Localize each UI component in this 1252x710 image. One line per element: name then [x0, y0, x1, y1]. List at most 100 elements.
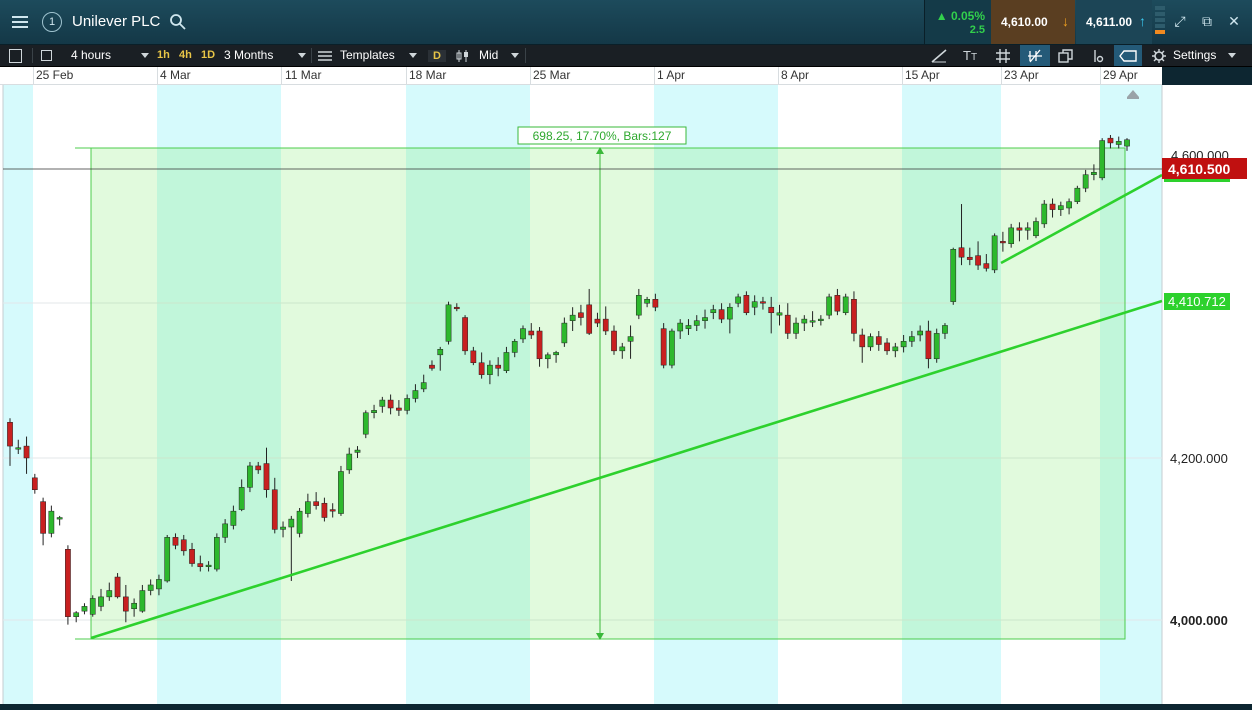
candle-down: [851, 299, 857, 334]
settings-button[interactable]: Settings: [1173, 45, 1216, 66]
candle-down: [31, 477, 38, 490]
popout-icon[interactable]: ⧉: [1196, 10, 1218, 32]
price-type-caret-icon[interactable]: [507, 45, 519, 66]
candle-down: [718, 309, 725, 320]
expand-icon[interactable]: ⤢: [1169, 10, 1191, 32]
price-type-select[interactable]: Mid: [479, 45, 498, 66]
date-label: 11 Mar: [285, 68, 322, 82]
down-arrow-icon: ↓: [1062, 13, 1069, 29]
candle-up: [561, 322, 568, 344]
candle-up: [842, 296, 849, 314]
candle-down: [586, 304, 593, 334]
date-label: 18 Mar: [409, 68, 447, 82]
candle-down: [925, 330, 932, 360]
depth-meter-icon: [1155, 6, 1165, 38]
templates-caret-icon[interactable]: [405, 45, 417, 66]
indicator-icon[interactable]: [1020, 45, 1050, 66]
candle-up: [131, 602, 137, 610]
candle-up: [214, 537, 220, 570]
candle-down: [495, 364, 502, 369]
candle-up: [809, 320, 816, 323]
candle-up: [1115, 141, 1122, 145]
interval-value: 4 hours: [71, 48, 112, 62]
buy-button[interactable]: 4,611.00 ↑: [1076, 0, 1152, 44]
date-axis: 25 Feb 4 Mar 11 Mar 18 Mar 25 Mar 1 Apr …: [0, 67, 1162, 85]
interval-4h-button[interactable]: 4h: [179, 45, 192, 66]
candle-down: [23, 445, 30, 459]
panel-toggle-icon[interactable]: [9, 45, 22, 66]
interval-1h-button[interactable]: 1h: [157, 45, 170, 66]
gear-icon[interactable]: [1152, 45, 1166, 66]
candle-down: [578, 312, 584, 318]
candle-up: [693, 320, 700, 326]
date-label: 1 Apr: [657, 68, 686, 82]
notification-badge[interactable]: 1: [42, 12, 62, 32]
range-caret-icon[interactable]: [294, 45, 306, 66]
candle-up: [56, 517, 63, 520]
close-icon[interactable]: ✕: [1223, 10, 1245, 32]
candle-down: [536, 330, 543, 360]
range-select[interactable]: 3 Months: [224, 45, 273, 66]
sell-button[interactable]: 4,610.00 ↓: [991, 0, 1075, 44]
candle-down: [768, 306, 775, 314]
templates-icon[interactable]: [318, 45, 332, 66]
candle-down: [983, 263, 990, 269]
candle-up: [1082, 174, 1089, 189]
bottom-border: [0, 704, 1252, 710]
price-chart[interactable]: 698.25, 17.70%, Bars:127 4,600.000 4,200…: [0, 85, 1252, 704]
candle-up: [73, 612, 80, 617]
candle-down: [65, 549, 71, 617]
candle-up: [247, 465, 253, 488]
candle-up: [296, 510, 303, 534]
candle-up: [892, 346, 899, 352]
candle-down: [462, 317, 468, 352]
candle-up: [867, 336, 874, 348]
candle-down: [859, 334, 866, 348]
layout-icon[interactable]: [41, 45, 52, 66]
instrument-title: Unilever PLC: [72, 13, 161, 30]
chart-canvas[interactable]: 698.25, 17.70%, Bars:127 4,600.000 4,200…: [0, 85, 1252, 704]
tag-icon[interactable]: [1114, 45, 1142, 66]
interval-1d-button[interactable]: 1D: [201, 45, 215, 66]
layers-icon[interactable]: [1058, 45, 1074, 66]
candle-down: [271, 489, 278, 530]
candle-down: [197, 563, 204, 567]
candle-up: [1057, 205, 1064, 210]
candle-up: [511, 341, 518, 353]
candle-type-icon[interactable]: [455, 45, 471, 66]
candle-down: [784, 314, 791, 334]
candle-up: [354, 449, 361, 453]
settings-caret-icon[interactable]: [1224, 45, 1236, 66]
hamburger-menu-icon[interactable]: [6, 8, 34, 36]
candle-up: [362, 412, 369, 435]
date-label: 4 Mar: [160, 68, 191, 82]
sell-price: 4,610.00: [1001, 15, 1048, 29]
candle-up: [1008, 227, 1015, 244]
candle-up: [346, 453, 353, 471]
change-absolute: 2.5: [969, 24, 985, 36]
candle-down: [172, 537, 179, 546]
text-tool-icon[interactable]: TT: [963, 45, 977, 66]
d-button[interactable]: D: [428, 45, 446, 66]
candle-up: [917, 330, 923, 336]
candle-up: [801, 318, 808, 324]
candle-up: [437, 349, 444, 356]
candle-up: [106, 590, 113, 598]
templates-button[interactable]: Templates: [340, 45, 395, 66]
search-icon[interactable]: [169, 13, 187, 31]
grid-icon[interactable]: [995, 45, 1011, 66]
candle-up: [991, 235, 998, 271]
interval-caret-icon[interactable]: [137, 45, 149, 66]
candle-up: [147, 584, 154, 591]
candle-down: [387, 399, 394, 409]
chart-toolbar: 4 hours 1h 4h 1D 3 Months Templates D Mi…: [0, 45, 1252, 67]
interval-select[interactable]: 4 hours: [71, 45, 111, 66]
candle-up: [164, 537, 171, 582]
candle-up: [685, 325, 692, 329]
candle-up: [1024, 227, 1031, 231]
date-label: 23 Apr: [1004, 68, 1039, 82]
date-label: 29 Apr: [1103, 68, 1138, 82]
candle-up: [627, 336, 634, 342]
crosshair-icon[interactable]: [1090, 45, 1106, 66]
draw-line-icon[interactable]: [930, 45, 948, 66]
